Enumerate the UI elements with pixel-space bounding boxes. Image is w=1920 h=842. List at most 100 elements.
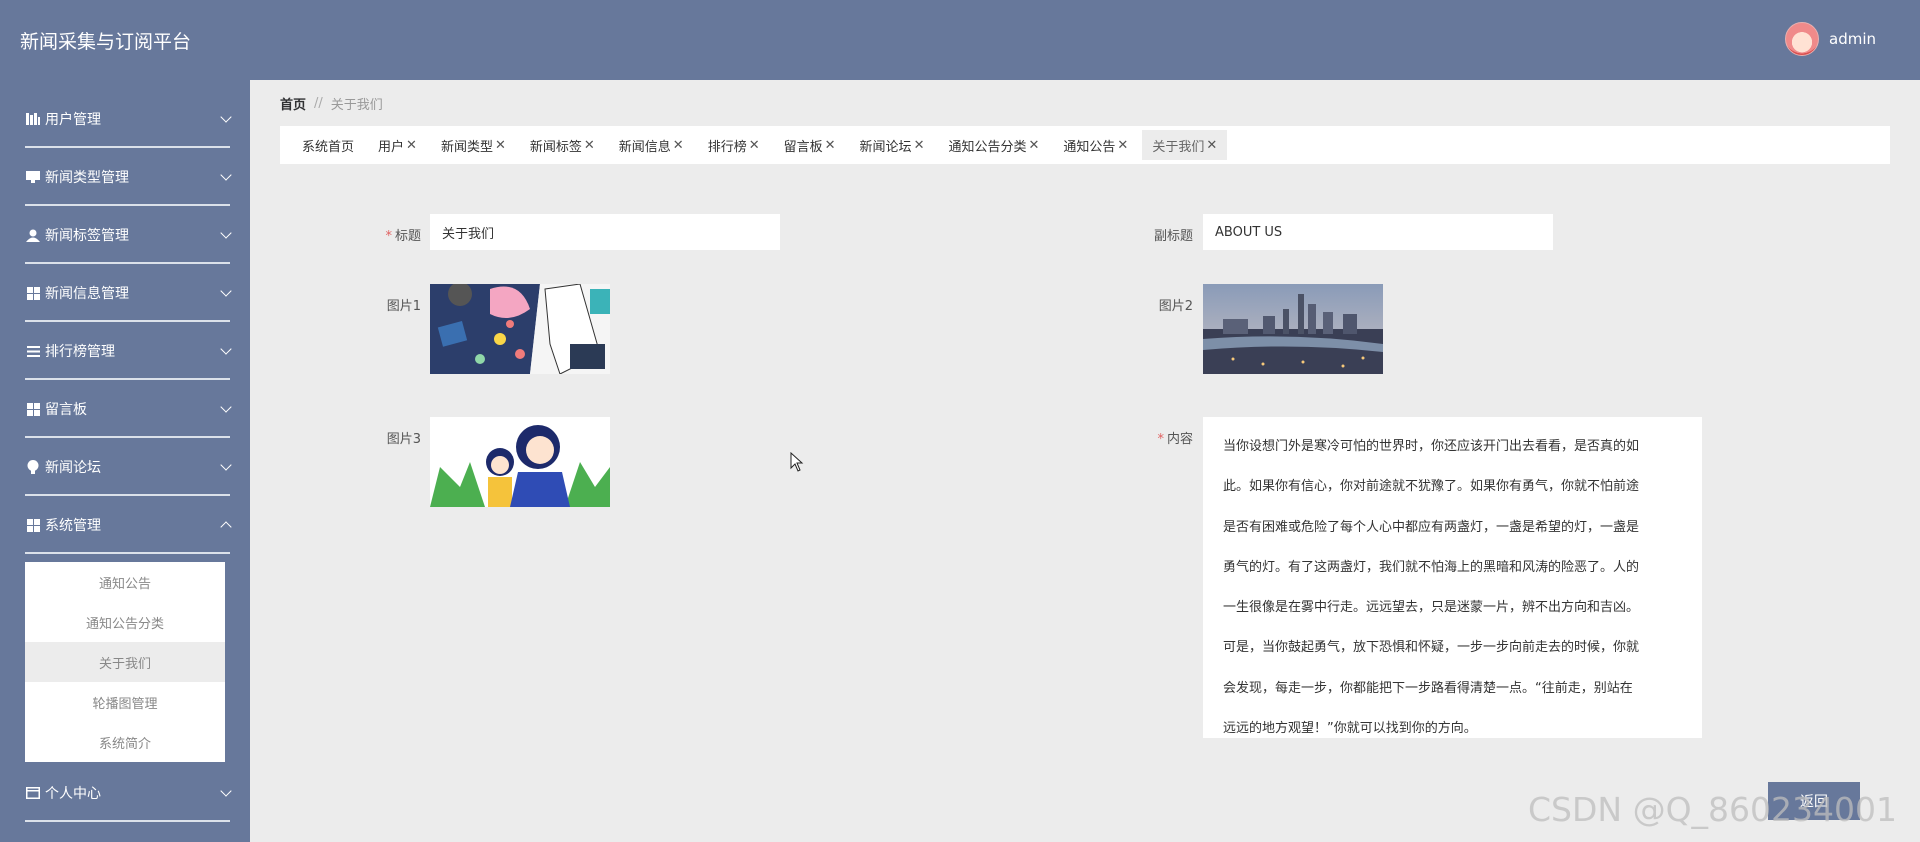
sidebar-item-label: 排行榜管理 bbox=[45, 344, 115, 360]
tab-label: 留言板 bbox=[783, 139, 823, 155]
breadcrumb-current: 关于我们 bbox=[330, 98, 383, 113]
mouse-cursor-icon bbox=[790, 451, 804, 476]
tab-notice-category[interactable]: 通知公告分类 ✕ bbox=[938, 130, 1049, 160]
tab-news-type[interactable]: 新闻类型 ✕ bbox=[431, 130, 516, 160]
tab-message-board[interactable]: 留言板 ✕ bbox=[774, 130, 846, 160]
chevron-down-icon bbox=[220, 285, 232, 297]
title-input[interactable]: 关于我们 bbox=[430, 214, 780, 250]
bulb-icon bbox=[25, 459, 41, 475]
breadcrumb-home[interactable]: 首页 bbox=[280, 94, 306, 113]
submenu-item-system-intro[interactable]: 系统简介 bbox=[25, 722, 225, 762]
subtitle-label-text: 副标题 bbox=[1153, 229, 1193, 244]
tab-news-forum[interactable]: 新闻论坛 ✕ bbox=[850, 130, 935, 160]
picture1-label: 图片1 bbox=[386, 299, 421, 314]
content-label-text: 内容 bbox=[1166, 432, 1193, 447]
sidebar-item-news-type[interactable]: 新闻类型管理 bbox=[0, 148, 250, 206]
content-line: 当你设想门外是寒冷可怕的世界时，你还应该开门出去看看，是否真的如 bbox=[1223, 439, 1640, 454]
system-submenu: 通知公告 通知公告分类 关于我们 轮播图管理 系统简介 bbox=[25, 562, 225, 762]
sidebar-item-label: 新闻类型管理 bbox=[45, 170, 129, 186]
picture1-image[interactable] bbox=[430, 284, 610, 374]
tab-label: 新闻论坛 bbox=[859, 139, 912, 155]
sidebar-item-user-management[interactable]: 用户管理 bbox=[0, 90, 250, 148]
chevron-down-icon bbox=[220, 169, 232, 181]
content-line: 是否有困难或危险了每个人心中都应有两盏灯，一盏是希望的灯，一盏是 bbox=[1223, 519, 1640, 535]
monitor-icon bbox=[25, 169, 41, 185]
close-icon[interactable]: ✕ bbox=[1028, 138, 1039, 153]
tab-label: 系统首页 bbox=[302, 139, 355, 155]
submenu-item-notice[interactable]: 通知公告 bbox=[25, 562, 225, 602]
sidebar-item-news-info[interactable]: 新闻信息管理 bbox=[0, 264, 250, 322]
picture2-label: 图片2 bbox=[1158, 299, 1193, 314]
tab-notice[interactable]: 通知公告 ✕ bbox=[1053, 130, 1138, 160]
submenu-item-carousel[interactable]: 轮播图管理 bbox=[25, 682, 225, 722]
chevron-up-icon bbox=[220, 521, 232, 533]
sidebar-item-label: 系统管理 bbox=[45, 518, 101, 534]
sidebar-item-system-management[interactable]: 系统管理 bbox=[0, 496, 250, 554]
tab-user[interactable]: 用户 ✕ bbox=[368, 130, 427, 160]
grid-icon bbox=[25, 285, 41, 301]
content-line: 可是，当你鼓起勇气，放下恐惧和怀疑，一步一步向前走去的时候，你就 bbox=[1223, 640, 1640, 656]
sidebar-item-personal-center[interactable]: 个人中心 bbox=[0, 764, 250, 822]
tab-label: 新闻信息 bbox=[618, 139, 671, 155]
content-line: 一生很像是在雾中行走。远远望去，只是迷蒙一片，辨不出方向和吉凶。 bbox=[1223, 600, 1640, 616]
content-line: 此。如果你有信心，你对前途就不犹豫了。如果你有勇气，你就不怕前途 bbox=[1223, 479, 1640, 495]
close-icon[interactable]: ✕ bbox=[825, 138, 836, 153]
sidebar-item-label: 新闻论坛 bbox=[45, 460, 101, 476]
chevron-down-icon bbox=[220, 401, 232, 413]
close-icon[interactable]: ✕ bbox=[914, 138, 925, 153]
title-label: * 标题 bbox=[341, 225, 421, 244]
sidebar-item-news-forum[interactable]: 新闻论坛 bbox=[0, 438, 250, 496]
close-icon[interactable]: ✕ bbox=[406, 138, 417, 153]
content-line: 会发现，每走一步，你都能把下一步路看得清楚一点。“往前走，别站在 bbox=[1223, 680, 1633, 696]
user-name[interactable]: admin bbox=[1829, 30, 1876, 48]
avatar[interactable] bbox=[1785, 22, 1819, 56]
person-icon bbox=[25, 227, 41, 243]
content-label: * 内容 bbox=[1113, 428, 1193, 447]
tab-bar: 系统首页 用户 ✕ 新闻类型 ✕ 新闻标签 ✕ 新闻信息 ✕ 排行榜 ✕ 留言板 ✕ 新闻论… bbox=[280, 126, 1890, 164]
tab-about-us[interactable]: 关于我们 ✕ bbox=[1142, 130, 1228, 160]
app-title: 新闻采集与订阅平台 bbox=[20, 31, 192, 53]
bars-icon bbox=[25, 111, 41, 127]
chevron-down-icon bbox=[220, 459, 232, 471]
sidebar-item-label: 新闻标签管理 bbox=[45, 228, 129, 244]
content-editor[interactable]: 当你设想门外是寒冷可怕的世界时，你还应该开门出去看看，是否真的如 此。如果你有信… bbox=[1203, 417, 1702, 738]
tab-system-home[interactable]: 系统首页 bbox=[292, 130, 364, 160]
close-icon[interactable]: ✕ bbox=[1117, 138, 1128, 153]
list-icon bbox=[25, 343, 41, 359]
sidebar-item-ranking[interactable]: 排行榜管理 bbox=[0, 322, 250, 380]
breadcrumb-separator: // bbox=[314, 96, 323, 111]
sidebar-item-label: 用户管理 bbox=[45, 112, 101, 128]
card-icon bbox=[25, 785, 41, 801]
tab-news-info[interactable]: 新闻信息 ✕ bbox=[609, 130, 694, 160]
close-icon[interactable]: ✕ bbox=[584, 138, 595, 153]
close-icon[interactable]: ✕ bbox=[749, 138, 760, 153]
tab-label: 新闻标签 bbox=[529, 139, 582, 155]
close-icon[interactable]: ✕ bbox=[673, 138, 684, 153]
sidebar-item-label: 留言板 bbox=[45, 402, 87, 418]
close-icon[interactable]: ✕ bbox=[495, 138, 506, 153]
tab-ranking[interactable]: 排行榜 ✕ bbox=[698, 130, 770, 160]
content-line: 远远的地方观望！”你就可以找到你的方向。 bbox=[1223, 721, 1477, 737]
picture3-image[interactable] bbox=[430, 417, 610, 507]
grid-icon bbox=[25, 401, 41, 417]
tab-label: 新闻类型 bbox=[440, 139, 493, 155]
sidebar-item-label: 新闻信息管理 bbox=[45, 286, 129, 302]
title-label-text: 标题 bbox=[394, 229, 421, 244]
close-icon[interactable]: ✕ bbox=[1206, 138, 1217, 153]
sidebar-item-message-board[interactable]: 留言板 bbox=[0, 380, 250, 438]
picture3-label: 图片3 bbox=[386, 432, 421, 447]
watermark: CSDN @Q_860234001 bbox=[1528, 790, 1898, 829]
tab-label: 用户 bbox=[378, 139, 405, 155]
user-area[interactable]: admin bbox=[1785, 22, 1876, 56]
subtitle-input[interactable]: ABOUT US bbox=[1203, 214, 1553, 250]
sidebar-item-news-tag[interactable]: 新闻标签管理 bbox=[0, 206, 250, 264]
submenu-item-notice-category[interactable]: 通知公告分类 bbox=[25, 602, 225, 642]
tab-news-tag[interactable]: 新闻标签 ✕ bbox=[520, 130, 605, 160]
tab-label: 通知公告分类 bbox=[948, 139, 1027, 155]
content-line: 勇气的灯。有了这两盏灯，我们就不怕海上的黑暗和风涛的险恶了。人的 bbox=[1223, 559, 1640, 575]
chevron-down-icon bbox=[220, 785, 232, 797]
required-mark: * bbox=[385, 229, 392, 244]
top-header: 新闻采集与订阅平台 admin bbox=[0, 0, 1920, 80]
picture2-image[interactable] bbox=[1203, 284, 1383, 374]
submenu-item-about-us[interactable]: 关于我们 bbox=[25, 642, 225, 682]
